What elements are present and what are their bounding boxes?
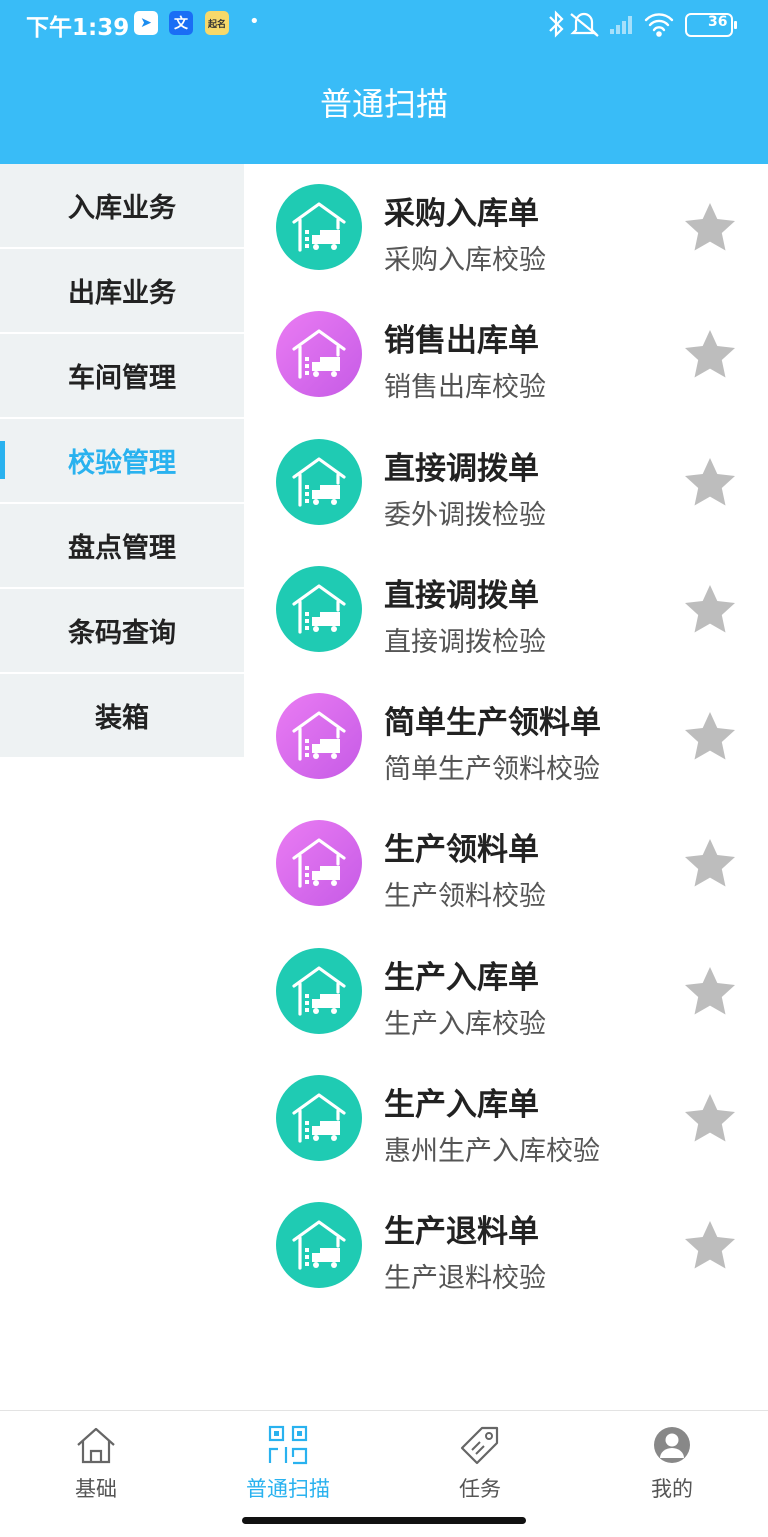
qr-scan-icon [268, 1425, 308, 1465]
user-icon [654, 1427, 690, 1463]
battery-level: 36 [708, 14, 728, 30]
sidebar-item-label: 出库业务 [68, 278, 176, 309]
sidebar-item-inspection[interactable]: 校验管理 [0, 419, 244, 502]
home-indicator[interactable] [242, 1517, 526, 1524]
warehouse-truck-icon [292, 966, 346, 1016]
sidebar: 入库业务 出库业务 车间管理 校验管理 盘点管理 条码查询 装箱 [0, 164, 244, 759]
sidebar-item-label: 条码查询 [68, 618, 176, 649]
favorite-star-icon[interactable] [682, 836, 738, 892]
document-list: 采购入库单 采购入库校验 销售出库单 销售出库校验 直接调拨单 委外调拨检验 直接调拨单 直接… [244, 164, 768, 1310]
page-title: 普通扫描 [319, 85, 448, 123]
sidebar-item-label: 装箱 [95, 703, 149, 734]
sidebar-item-inbound[interactable]: 入库业务 [0, 164, 244, 247]
item-title: 销售出库单 [384, 323, 539, 360]
warehouse-truck-icon [292, 711, 346, 761]
paper-plane-app-icon: ➤ [134, 11, 158, 35]
item-title: 直接调拨单 [384, 450, 539, 487]
favorite-star-icon[interactable] [682, 964, 738, 1020]
item-subtitle: 销售出库校验 [384, 372, 546, 404]
document-type-icon [276, 565, 362, 652]
document-type-icon [276, 947, 362, 1034]
tab-mine[interactable]: 我的 [612, 1425, 732, 1505]
tab-label: 任务 [459, 1477, 501, 1501]
document-type-icon [276, 820, 362, 907]
mute-bell-icon [570, 12, 599, 37]
document-type-icon [276, 311, 362, 398]
favorite-star-icon[interactable] [682, 455, 738, 511]
translate-app-icon: 文 [169, 11, 193, 35]
favorite-star-icon[interactable] [682, 200, 738, 256]
sidebar-item-outbound[interactable]: 出库业务 [0, 249, 244, 332]
list-item[interactable]: 销售出库单销售出库校验 [244, 291, 768, 418]
warehouse-truck-icon [292, 584, 346, 634]
warehouse-truck-icon [292, 1093, 346, 1143]
item-title: 简单生产领料单 [384, 705, 601, 742]
sidebar-item-label: 校验管理 [68, 448, 176, 479]
item-title: 采购入库单 [384, 196, 539, 232]
list-item[interactable]: 采购入库单采购入库校验 [244, 164, 768, 291]
list-item[interactable]: 简单生产领料单简单生产领料校验 [244, 673, 768, 800]
item-subtitle: 直接调拨检验 [384, 626, 546, 658]
item-subtitle: 生产退料校验 [384, 1263, 546, 1295]
sidebar-item-label: 盘点管理 [68, 533, 176, 564]
favorite-star-icon[interactable] [682, 709, 738, 765]
tab-label: 普通扫描 [246, 1477, 330, 1501]
warehouse-truck-icon [292, 202, 346, 252]
list-item[interactable]: 直接调拨单直接调拨检验 [244, 546, 768, 673]
list-item[interactable]: 直接调拨单委外调拨检验 [244, 419, 768, 546]
warehouse-truck-icon [292, 838, 346, 889]
tag-icon [460, 1426, 499, 1465]
list-item[interactable]: 生产领料单生产领料校验 [244, 800, 768, 927]
warehouse-truck-icon [292, 1220, 346, 1270]
warehouse-truck-icon [292, 329, 346, 379]
item-subtitle: 惠州生产入库校验 [384, 1136, 600, 1168]
list-item[interactable]: 生产退料单生产退料校验 [244, 1182, 768, 1309]
list-item[interactable]: 生产入库单生产入库校验 [244, 928, 768, 1055]
sidebar-item-barcode-query[interactable]: 条码查询 [0, 589, 244, 672]
status-time: 下午1:39 [26, 15, 130, 41]
item-subtitle: 生产入库校验 [384, 1008, 546, 1040]
item-title: 生产入库单 [384, 959, 539, 996]
item-subtitle: 委外调拨检验 [384, 499, 546, 531]
tab-label: 我的 [651, 1477, 693, 1501]
favorite-star-icon[interactable] [682, 327, 738, 383]
favorite-star-icon[interactable] [682, 582, 738, 638]
favorite-star-icon[interactable] [682, 1091, 738, 1147]
document-type-icon [276, 184, 362, 270]
app-header: 下午1:39 ➤ 文 起名 • 36 普通扫描 [0, 0, 768, 164]
bluetooth-icon [549, 10, 564, 38]
sidebar-item-workshop[interactable]: 车间管理 [0, 334, 244, 417]
sidebar-item-stocktake[interactable]: 盘点管理 [0, 504, 244, 587]
document-type-icon [276, 693, 362, 780]
document-type-icon [276, 438, 362, 525]
item-subtitle: 采购入库校验 [384, 245, 546, 276]
list-item[interactable]: 生产入库单惠州生产入库校验 [244, 1055, 768, 1182]
item-title: 生产领料单 [384, 832, 539, 869]
favorite-star-icon[interactable] [682, 1218, 738, 1274]
notification-dot: • [249, 11, 260, 32]
item-title: 生产入库单 [384, 1087, 539, 1124]
tab-tasks[interactable]: 任务 [420, 1425, 540, 1505]
document-type-icon [276, 1075, 362, 1162]
tab-scan[interactable]: 普通扫描 [228, 1425, 348, 1505]
tab-label: 基础 [75, 1477, 117, 1501]
sidebar-item-label: 车间管理 [68, 363, 176, 394]
warehouse-truck-icon [292, 456, 346, 507]
sidebar-item-label: 入库业务 [68, 193, 176, 224]
item-title: 直接调拨单 [384, 577, 539, 614]
badge-app-icon: 起名 [205, 11, 229, 35]
tab-basic[interactable]: 基础 [36, 1425, 156, 1505]
home-icon [77, 1427, 115, 1464]
item-title: 生产退料单 [384, 1214, 539, 1251]
document-type-icon [276, 1202, 362, 1289]
item-subtitle: 简单生产领料校验 [384, 754, 600, 786]
wifi-icon [644, 13, 674, 37]
item-subtitle: 生产领料校验 [384, 881, 546, 913]
sidebar-item-packing[interactable]: 装箱 [0, 674, 244, 757]
status-bar: 下午1:39 ➤ 文 起名 • 36 [0, 0, 768, 48]
signal-icon [610, 16, 632, 34]
